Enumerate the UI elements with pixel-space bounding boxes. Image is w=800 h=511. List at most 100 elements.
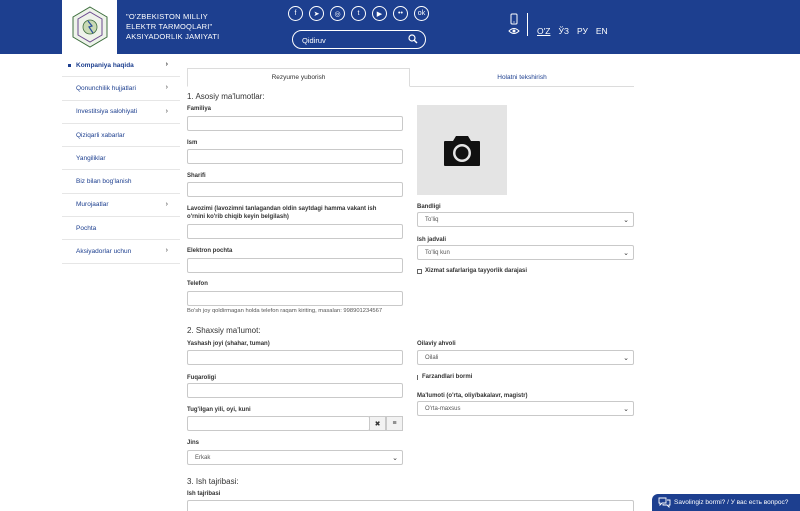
telefon-hint: Bo'sh joy qoldirmagan holda telefon raqa… bbox=[187, 308, 383, 314]
flickr-icon[interactable]: •• bbox=[393, 6, 408, 21]
social-links: f ➤ ◎ t ▶ •• ok bbox=[288, 6, 429, 21]
sidebar-item-investitsiya[interactable]: Investitsiya salohiyati › bbox=[62, 101, 180, 124]
odnoklassniki-icon[interactable]: ok bbox=[414, 6, 429, 21]
sidebar-item-kompaniya-haqida[interactable]: Kompaniya haqida › bbox=[62, 54, 180, 78]
jins-value: Erkak bbox=[195, 454, 211, 461]
email-label: Elektron pochta bbox=[187, 248, 233, 254]
tab-check-status[interactable]: Holatni tekshirish bbox=[410, 68, 634, 87]
section-title: 1. Asosiy ma'lumotlar: bbox=[187, 92, 265, 101]
chat-label: Savolingiz bormi? / У вас есть вопрос? bbox=[674, 499, 789, 506]
bandligi-value: To'liq bbox=[425, 216, 439, 223]
telefon-label: Telefon bbox=[187, 281, 208, 287]
site-header: "O'ZBEKISTON MILLIY ELEKTR TARMOQLARI" A… bbox=[0, 0, 800, 54]
chevron-down-icon: ⌄ bbox=[392, 455, 398, 462]
sidebar-item-label: Qonunchilik hujjatlari bbox=[76, 84, 136, 92]
fuqarolik-input[interactable] bbox=[187, 383, 403, 398]
lavozim-input[interactable] bbox=[187, 224, 403, 239]
sidebar-item-label: Biz bilan bog'lanish bbox=[76, 178, 132, 186]
email-input[interactable] bbox=[187, 258, 403, 273]
brand-line: "O'ZBEKISTON MILLIY bbox=[126, 12, 208, 21]
chevron-down-icon: ⌄ bbox=[623, 250, 629, 257]
checkbox-box[interactable] bbox=[417, 374, 419, 380]
jins-select[interactable]: Erkak ⌄ bbox=[187, 450, 403, 465]
xizmat-checkbox[interactable]: Xizmat safarlariga tayyorlik darajasi bbox=[417, 268, 527, 274]
farzand-checkbox[interactable]: Farzandlari bormi bbox=[417, 374, 472, 380]
lang-uz-latin[interactable]: O'Z bbox=[537, 26, 550, 36]
telefon-input[interactable] bbox=[187, 291, 403, 306]
header-divider bbox=[527, 13, 528, 36]
ish-jadvali-select[interactable]: To'liq kun ⌄ bbox=[417, 245, 634, 260]
yashash-input[interactable] bbox=[187, 350, 403, 365]
chat-widget-button[interactable]: Savolingiz bormi? / У вас есть вопрос? bbox=[652, 494, 800, 511]
ism-label: Ism bbox=[187, 140, 198, 146]
chevron-right-icon: › bbox=[165, 200, 168, 208]
ish-jadvali-value: To'liq kun bbox=[425, 249, 450, 256]
tab-send-resume[interactable]: Rezyume yuborish bbox=[187, 68, 410, 87]
sidebar-item-label: Kompaniya haqida bbox=[76, 61, 134, 69]
tugilgan-input[interactable] bbox=[187, 416, 370, 431]
sidebar-item-qiziqarli[interactable]: Qiziqarli xabarlar bbox=[62, 124, 180, 148]
sidebar-item-yangiliklar[interactable]: Yangiliklar bbox=[62, 147, 180, 171]
sidebar-item-aksiyadorlar[interactable]: Aksiyadorlar uchun › bbox=[62, 240, 180, 264]
clear-icon[interactable]: ✖ bbox=[369, 416, 386, 431]
chevron-right-icon: › bbox=[165, 61, 168, 68]
logo[interactable] bbox=[62, 0, 117, 54]
search-box bbox=[292, 30, 426, 49]
lavozim-label: Lavozimi (lavozimni tanlagandan oldin sa… bbox=[187, 205, 403, 221]
oilaviy-select[interactable]: Oilali ⌄ bbox=[417, 350, 634, 365]
twitter-icon[interactable]: t bbox=[351, 6, 366, 21]
lang-en[interactable]: EN bbox=[596, 26, 608, 36]
malumot-label: Ma'lumoti (o'rta, oliy/bakalavr, magistr… bbox=[417, 393, 528, 399]
brand-line: AKSIYADORLIK JAMIYATI bbox=[126, 32, 220, 41]
photo-upload[interactable] bbox=[417, 105, 507, 195]
oilaviy-value: Oilali bbox=[425, 354, 439, 361]
eye-icon[interactable] bbox=[508, 28, 520, 34]
form-tabs: Rezyume yuborish Holatni tekshirish bbox=[187, 68, 634, 87]
sidebar-item-label: Yangiliklar bbox=[76, 154, 106, 162]
familiya-input[interactable] bbox=[187, 116, 403, 131]
sidebar-item-pochta[interactable]: Pochta bbox=[62, 217, 180, 241]
sidebar-item-label: Aksiyadorlar uchun bbox=[76, 248, 132, 256]
tugilgan-label: Tug'ilgan yili, oyi, kuni bbox=[187, 407, 251, 413]
telegram-icon[interactable]: ➤ bbox=[309, 6, 324, 21]
calendar-icon[interactable]: ≡ bbox=[386, 416, 403, 431]
chevron-down-icon: ⌄ bbox=[623, 406, 629, 413]
ish-tajribasi-input[interactable] bbox=[187, 500, 634, 511]
chevron-down-icon: ⌄ bbox=[623, 355, 629, 362]
sidebar-item-label: Qiziqarli xabarlar bbox=[76, 131, 125, 139]
lavozim-label-line: Lavozimi (lavozimni tanlagandan oldin sa… bbox=[187, 206, 377, 212]
brand-name: "O'ZBEKISTON MILLIY ELEKTR TARMOQLARI" A… bbox=[126, 12, 219, 42]
yashash-label: Yashash joyi (shahar, tuman) bbox=[187, 341, 270, 347]
sidebar-item-label: Pochta bbox=[76, 224, 97, 232]
sidebar-item-murojaatlar[interactable]: Murojaatlar › bbox=[62, 194, 180, 218]
facebook-icon[interactable]: f bbox=[288, 6, 303, 21]
oilaviy-label: Oilaviy ahvoli bbox=[417, 341, 456, 347]
language-switcher: O'Z ЎЗ РУ EN bbox=[537, 26, 608, 36]
chat-icon bbox=[658, 497, 671, 508]
youtube-icon[interactable]: ▶ bbox=[372, 6, 387, 21]
sidebar-item-qonunchilik[interactable]: Qonunchilik hujjatlari › bbox=[62, 77, 180, 101]
emblem-icon bbox=[72, 6, 108, 48]
lang-uz-cyrillic[interactable]: ЎЗ bbox=[558, 26, 569, 36]
sidebar-item-boglanish[interactable]: Biz bilan bog'lanish bbox=[62, 170, 180, 194]
bandligi-select[interactable]: To'liq ⌄ bbox=[417, 212, 634, 227]
sharif-input[interactable] bbox=[187, 182, 403, 197]
lang-ru[interactable]: РУ bbox=[577, 26, 588, 36]
instagram-icon[interactable]: ◎ bbox=[330, 6, 345, 21]
ism-input[interactable] bbox=[187, 149, 403, 164]
farzand-label: Farzandlari bormi bbox=[422, 374, 473, 380]
search-icon[interactable] bbox=[408, 34, 418, 44]
malumot-select[interactable]: O'rta-maxsus ⌄ bbox=[417, 401, 634, 416]
search-input[interactable] bbox=[302, 34, 402, 46]
bandligi-label: Bandligi bbox=[417, 204, 441, 210]
section-title: 3. Ish tajribasi: bbox=[187, 477, 239, 486]
sharif-label: Sharifi bbox=[187, 173, 206, 179]
ish-jadvali-label: Ish jadvali bbox=[417, 237, 447, 243]
mobile-icon[interactable] bbox=[510, 13, 518, 25]
lavozim-label-line: o'rnini ko'rib chiqib keyin belgilash) bbox=[187, 214, 289, 220]
accessibility-tools bbox=[508, 13, 520, 34]
sidebar-item-label: Murojaatlar bbox=[76, 201, 109, 209]
checkbox-box[interactable] bbox=[417, 268, 422, 274]
jins-label: Jins bbox=[187, 440, 200, 446]
malumot-value: O'rta-maxsus bbox=[425, 405, 461, 412]
